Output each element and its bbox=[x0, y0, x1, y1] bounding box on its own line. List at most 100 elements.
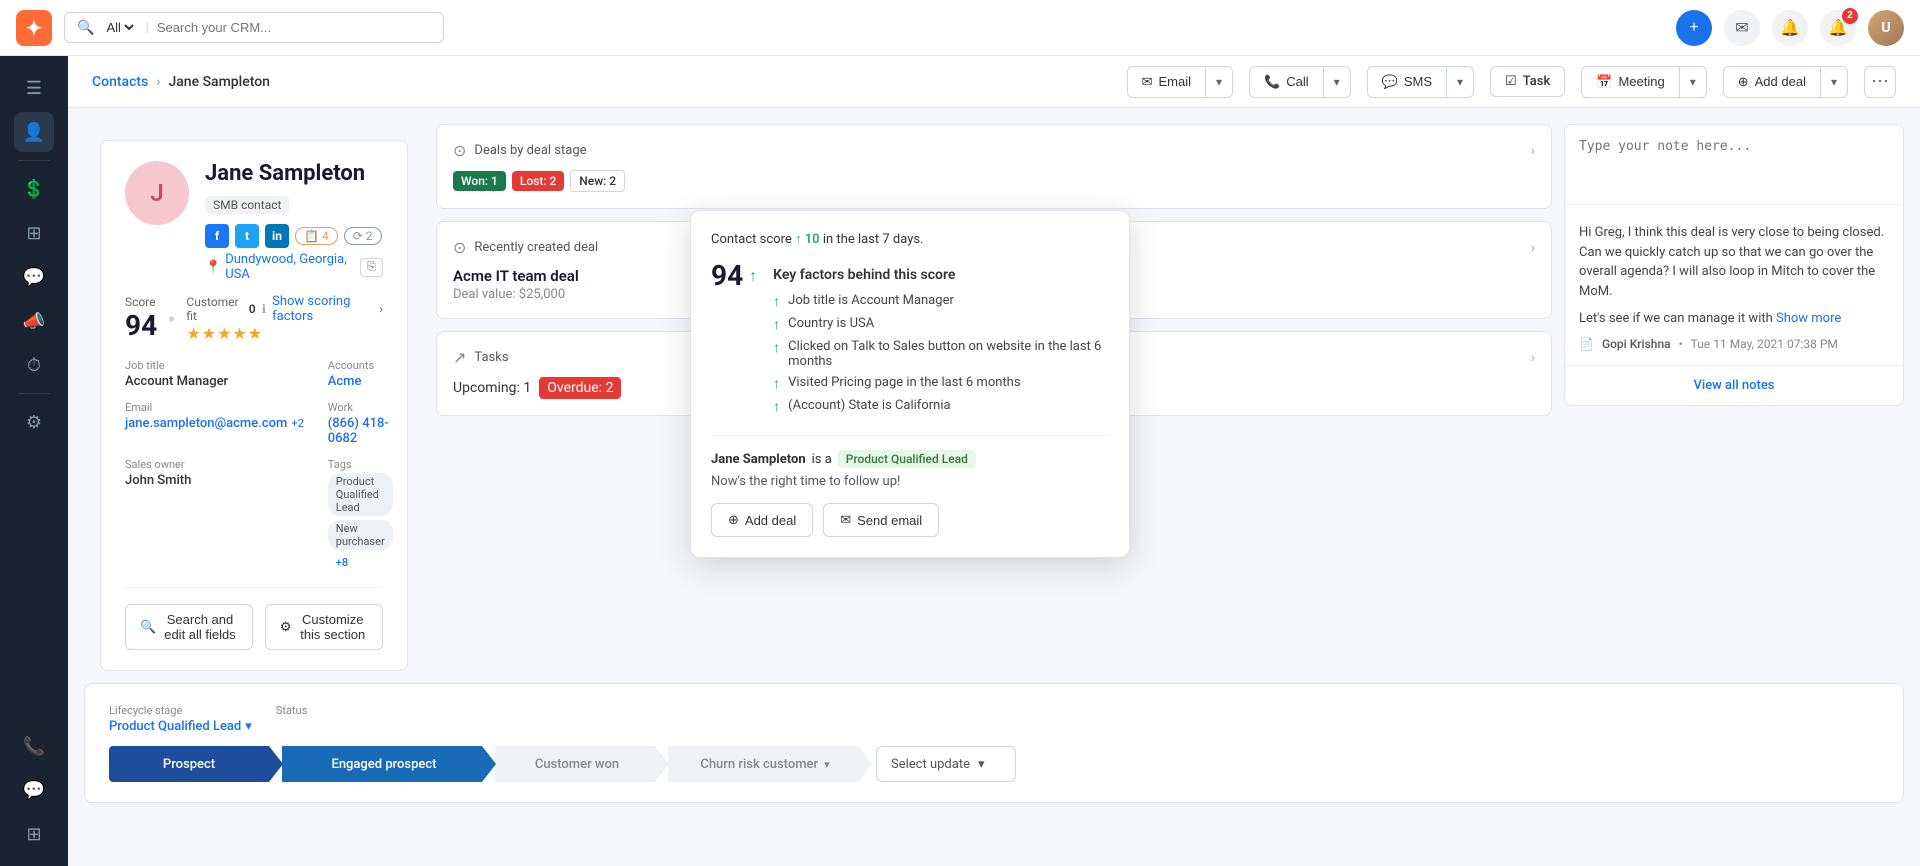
email-action-button[interactable]: ✉ Email bbox=[1128, 67, 1206, 97]
sidebar-item-settings[interactable]: ⚙ bbox=[14, 402, 54, 442]
sidebar-item-menu[interactable]: ☰ bbox=[14, 68, 54, 108]
notes-textarea[interactable] bbox=[1565, 125, 1903, 205]
note-timestamp: Tue 11 May, 2021 07:38 PM bbox=[1691, 337, 1838, 351]
twitter-icon[interactable]: t bbox=[235, 224, 259, 248]
email-more-link[interactable]: +2 bbox=[291, 417, 303, 430]
recent-deal-icon: ⊙ bbox=[453, 238, 466, 257]
more-actions-button[interactable]: ⋯ bbox=[1864, 66, 1896, 98]
tag-more[interactable]: +8 bbox=[328, 554, 356, 571]
note-bullet: • bbox=[1679, 337, 1683, 351]
phone-icon: 📋 bbox=[304, 229, 319, 243]
customize-section-button[interactable]: ⚙ Customize this section bbox=[265, 604, 383, 650]
call-caret-button[interactable]: ▾ bbox=[1324, 67, 1350, 97]
contact-info: Jane Sampleton SMB contact f t in 📋 4 ⟳ bbox=[205, 161, 383, 282]
lifecycle-select-update[interactable]: Select update ▾ bbox=[876, 746, 1016, 782]
phone-count-badge[interactable]: 📋 4 bbox=[295, 227, 338, 245]
lifecycle-stage-value[interactable]: Product Qualified Lead ▾ bbox=[109, 719, 252, 734]
email-nav-button[interactable]: ✉ bbox=[1724, 10, 1760, 46]
facebook-icon[interactable]: f bbox=[205, 224, 229, 248]
add-deal-caret-button[interactable]: ▾ bbox=[1821, 67, 1847, 97]
deals-card-title: Deals by deal stage bbox=[474, 143, 586, 158]
search-edit-fields-button[interactable]: 🔍 Search and edit all fields bbox=[125, 604, 253, 650]
avatar[interactable]: U bbox=[1868, 10, 1904, 46]
factor-up-icon-3: ↑ bbox=[773, 339, 780, 356]
sidebar-item-reports[interactable]: ⏱ bbox=[14, 345, 54, 385]
copy-location-button[interactable]: ⎘ bbox=[360, 258, 383, 277]
sidebar-item-contacts[interactable]: 👤 bbox=[14, 112, 54, 152]
work-phone-value[interactable]: (866) 418-0682 bbox=[328, 416, 393, 446]
notes-card: Hi Greg, I think this deal is very close… bbox=[1564, 124, 1904, 406]
tags-row: Product Qualified Lead New purchaser +8 bbox=[328, 473, 393, 571]
note-text-2: Let's see if we can manage it with Show … bbox=[1579, 309, 1889, 329]
sidebar-item-deals[interactable]: 💲 bbox=[14, 169, 54, 209]
overdue-tasks: Overdue: 2 bbox=[539, 377, 621, 399]
call-icon: 📞 bbox=[1264, 74, 1280, 90]
sidebar-item-messages[interactable]: 💬 bbox=[14, 257, 54, 297]
search-scope-select[interactable]: All bbox=[102, 19, 137, 36]
score-section: Score 94 Customer fit 0 ℹ Show scoring f… bbox=[125, 282, 383, 343]
search-bar: 🔍 All | bbox=[64, 12, 444, 43]
search-input[interactable] bbox=[157, 20, 431, 35]
sales-owner-field: Sales owner John Smith bbox=[125, 458, 304, 571]
call-action-button[interactable]: 📞 Call bbox=[1250, 67, 1324, 97]
add-deal-action-label: Add deal bbox=[1755, 74, 1806, 89]
contact-name-row: Jane Sampleton SMB contact f t in 📋 4 ⟳ bbox=[205, 161, 383, 248]
meeting-caret-button[interactable]: ▾ bbox=[1680, 67, 1706, 97]
factor-4: ↑ Visited Pricing page in the last 6 mon… bbox=[773, 375, 1109, 392]
phone-count: 4 bbox=[322, 229, 329, 243]
deals-card-header: ⊙ Deals by deal stage › bbox=[453, 141, 1535, 160]
factor-1: ↑ Job title is Account Manager bbox=[773, 293, 1109, 310]
contact-name: Jane Sampleton bbox=[205, 161, 365, 186]
popup-add-deal-button[interactable]: ⊕ Add deal bbox=[711, 503, 813, 537]
lifecycle-step-won[interactable]: Customer won bbox=[495, 746, 655, 782]
lifecycle-step-prospect[interactable]: Prospect bbox=[109, 746, 269, 782]
sms-caret-button[interactable]: ▾ bbox=[1447, 67, 1473, 97]
show-scoring-factors-link[interactable]: Show scoring factors › bbox=[272, 294, 383, 324]
factor-2: ↑ Country is USA bbox=[773, 316, 1109, 333]
accounts-value[interactable]: Acme bbox=[328, 374, 393, 389]
breadcrumb-sep: › bbox=[156, 74, 160, 90]
sidebar-item-campaigns[interactable]: 📣 bbox=[14, 301, 54, 341]
popup-followup-text: Now's the right time to follow up! bbox=[711, 474, 1109, 489]
meeting-action-button[interactable]: 📅 Meeting bbox=[1582, 67, 1679, 97]
add-button[interactable]: + bbox=[1676, 10, 1712, 46]
email-value[interactable]: jane.sampleton@acme.com bbox=[125, 416, 287, 431]
show-more-link[interactable]: Show more bbox=[1776, 311, 1841, 326]
email-icon: ✉ bbox=[1735, 18, 1748, 38]
sidebar-divider bbox=[18, 160, 50, 161]
lifecycle-step-churn[interactable]: Churn risk customer ▾ bbox=[668, 746, 858, 782]
popup-score-big: 94 ↑ bbox=[711, 259, 757, 292]
tag-pql[interactable]: Product Qualified Lead bbox=[328, 473, 393, 516]
deals-by-stage-card[interactable]: ⊙ Deals by deal stage › Won: 1 Lost: 2 N… bbox=[436, 124, 1552, 209]
sidebar-item-chat[interactable]: 💬 bbox=[14, 770, 54, 810]
factor-text-5: (Account) State is California bbox=[788, 398, 950, 413]
sms-action-label: SMS bbox=[1404, 74, 1432, 89]
email-caret-button[interactable]: ▾ bbox=[1206, 67, 1232, 97]
bell-icon: 🔔 bbox=[1780, 18, 1800, 38]
linkedin-icon[interactable]: in bbox=[265, 224, 289, 248]
sidebar-item-apps[interactable]: ⊞ bbox=[14, 213, 54, 253]
alerts-button[interactable]: 🔔 2 bbox=[1820, 10, 1856, 46]
upcoming-tasks: Upcoming: 1 bbox=[453, 380, 531, 396]
popup-send-email-button[interactable]: ✉ Send email bbox=[823, 503, 939, 537]
view-all-notes-link[interactable]: View all notes bbox=[1565, 365, 1903, 405]
email-field: Email jane.sampleton@acme.com +2 bbox=[125, 401, 304, 446]
breadcrumb-contacts[interactable]: Contacts bbox=[92, 74, 148, 90]
popup-header-text: Contact score ↑ 10 in the last 7 days. bbox=[711, 231, 1109, 247]
top-nav: ✦ 🔍 All | + ✉ 🔔 🔔 2 U bbox=[0, 0, 1920, 56]
sidebar-item-grid[interactable]: ⊞ bbox=[14, 814, 54, 854]
task-action-button[interactable]: ☑ Task bbox=[1490, 66, 1565, 97]
lifecycle-step-engaged[interactable]: Engaged prospect bbox=[282, 746, 482, 782]
location-text[interactable]: Dundywood, Georgia, USA bbox=[225, 252, 352, 282]
sms-action-button[interactable]: 💬 SMS bbox=[1368, 67, 1447, 97]
call-action-label: Call bbox=[1286, 74, 1308, 89]
connections-badge[interactable]: ⟳ 2 bbox=[344, 227, 382, 245]
add-deal-action-button[interactable]: ⊕ Add deal bbox=[1724, 67, 1821, 97]
lifecycle-dropdown-icon: ▾ bbox=[245, 719, 252, 734]
tag-new-purchaser[interactable]: New purchaser bbox=[328, 520, 393, 550]
lifecycle-section: Lifecycle stage Product Qualified Lead ▾… bbox=[84, 683, 1904, 803]
breadcrumb-current: Jane Sampleton bbox=[168, 74, 270, 90]
sidebar-item-phone[interactable]: 📞 bbox=[14, 726, 54, 766]
notifications-button[interactable]: 🔔 bbox=[1772, 10, 1808, 46]
note-footer: 📄 Gopi Krishna • Tue 11 May, 2021 07:38 … bbox=[1579, 337, 1889, 351]
